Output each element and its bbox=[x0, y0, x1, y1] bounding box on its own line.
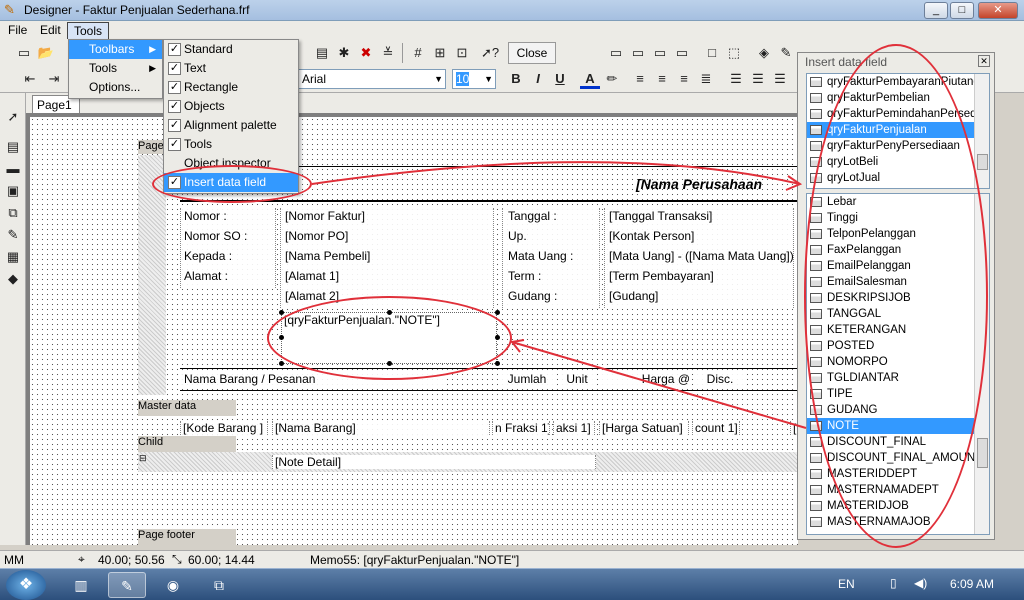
annotation-arrows bbox=[311, 161, 807, 429]
position-icon: ⌖ bbox=[78, 552, 85, 566]
firefox-icon[interactable]: ◉ bbox=[154, 572, 192, 598]
designer-app-icon[interactable]: ✎ bbox=[108, 572, 146, 598]
status-bar: MM ⌖ 40.00; 50.56 ⤡ 60.00; 14.44 Memo55:… bbox=[0, 550, 1024, 568]
explorer-icon[interactable]: ▥ bbox=[62, 572, 100, 598]
language-indicator[interactable]: EN bbox=[838, 577, 855, 591]
status-units: MM bbox=[4, 553, 24, 567]
app-window-icon[interactable]: ⧉ bbox=[200, 572, 238, 598]
status-size: 60.00; 14.44 bbox=[188, 553, 255, 567]
battery-icon[interactable]: ▯ bbox=[890, 576, 897, 590]
volume-icon[interactable]: ◀) bbox=[914, 576, 927, 590]
taskbar: ❖ ▥ ✎ ◉ ⧉ EN ▯ ◀) 6:09 AM bbox=[0, 568, 1024, 600]
status-position: 40.00; 50.56 bbox=[98, 553, 165, 567]
status-object: Memo55: [qryFakturPenjualan."NOTE"] bbox=[310, 553, 520, 567]
size-icon: ⤡ bbox=[172, 552, 182, 566]
start-button[interactable]: ❖ bbox=[6, 570, 46, 600]
clock[interactable]: 6:09 AM bbox=[950, 577, 994, 591]
